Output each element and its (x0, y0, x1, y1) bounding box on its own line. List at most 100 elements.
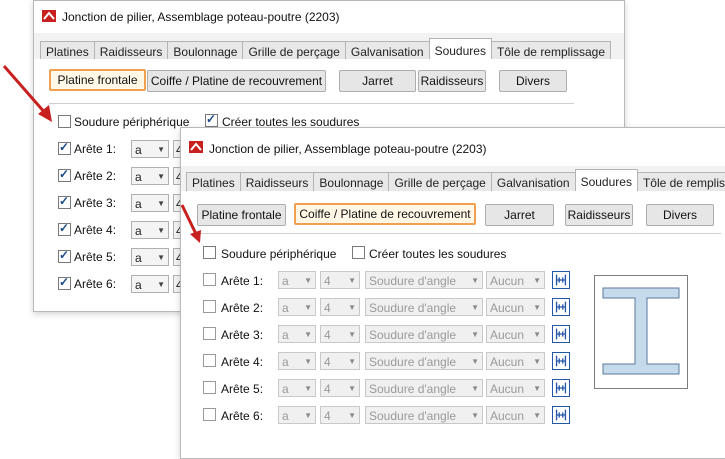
chevron-down-icon: ▼ (157, 226, 165, 235)
edge-5-checkbox[interactable] (58, 248, 71, 263)
edge-1-extra-select[interactable]: Aucun ▼ (486, 271, 545, 289)
edge-5-type-select[interactable]: a ▼ (131, 248, 169, 266)
sub-button-platine-frontale[interactable]: Platine frontale (49, 69, 146, 91)
edge-1-type-select[interactable]: a ▼ (131, 140, 169, 158)
sub-button-raidisseurs[interactable]: Raidisseurs (565, 204, 633, 226)
title-bar: Jonction de pilier, Assemblage poteau-po… (181, 128, 725, 166)
create-all-welds-checkbox[interactable] (205, 112, 218, 127)
edge-3-weld-type-select[interactable]: Soudure d'angle ▼ (365, 325, 483, 343)
weld-symbol-icon[interactable] (552, 325, 570, 343)
sub-button-divers[interactable]: Divers (499, 70, 567, 92)
edge-2-size-select[interactable]: 4 ▼ (320, 298, 360, 316)
peripheral-weld-checkbox[interactable] (203, 246, 216, 259)
window-title: Jonction de pilier, Assemblage poteau-po… (62, 10, 340, 24)
chevron-down-icon: ▼ (304, 276, 312, 285)
tab-strip: Platines Raidisseurs Boulonnage Grille de p… (186, 168, 725, 195)
sub-button-coiffe[interactable]: Coiffe / Platine de recouvrement (147, 70, 326, 92)
chevron-down-icon: ▼ (471, 303, 479, 312)
chevron-down-icon: ▼ (533, 303, 541, 312)
chevron-down-icon: ▼ (348, 357, 356, 366)
chevron-down-icon: ▼ (348, 411, 356, 420)
chevron-down-icon: ▼ (157, 172, 165, 181)
chevron-down-icon: ▼ (533, 384, 541, 393)
edge-2-type-select[interactable]: a ▼ (131, 167, 169, 185)
chevron-down-icon: ▼ (533, 276, 541, 285)
create-all-welds-checkbox[interactable] (352, 246, 365, 259)
edge-6-checkbox[interactable] (58, 275, 71, 290)
edge-4-checkbox[interactable] (203, 354, 216, 367)
sub-button-raidisseurs[interactable]: Raidisseurs (418, 70, 486, 92)
edge-4-weld-type-select[interactable]: Soudure d'angle ▼ (365, 352, 483, 370)
sub-button-divers[interactable]: Divers (646, 204, 714, 226)
edge-3-checkbox[interactable] (203, 327, 216, 340)
edge-3-size-select[interactable]: 4 ▼ (320, 325, 360, 343)
edge-5-size-select[interactable]: 4 ▼ (320, 379, 360, 397)
sub-button-coiffe[interactable]: Coiffe / Platine de recouvrement (294, 203, 476, 225)
edge-2-extra-select[interactable]: Aucun ▼ (486, 298, 545, 316)
chevron-down-icon: ▼ (304, 357, 312, 366)
edge-2-type-select[interactable]: a ▼ (278, 298, 316, 316)
edge-6-size-select[interactable]: 4 ▼ (320, 406, 360, 424)
edge-5-label: Arête 5: (221, 382, 264, 396)
edge-6-extra-select[interactable]: Aucun ▼ (486, 406, 545, 424)
front-dialog-window: Jonction de pilier, Assemblage poteau-po… (180, 127, 725, 459)
edge-5-checkbox[interactable] (203, 381, 216, 394)
weld-symbol-icon[interactable] (552, 352, 570, 370)
edge-6-weld-type-select[interactable]: Soudure d'angle ▼ (365, 406, 483, 424)
edge-2-weld-type-select[interactable]: Soudure d'angle ▼ (365, 298, 483, 316)
title-bar: Jonction de pilier, Assemblage poteau-po… (34, 1, 624, 33)
sub-button-platine-frontale[interactable]: Platine frontale (197, 204, 286, 226)
chevron-down-icon: ▼ (348, 384, 356, 393)
weld-symbol-icon[interactable] (552, 271, 570, 289)
edge-3-checkbox[interactable] (58, 194, 71, 209)
window-title: Jonction de pilier, Assemblage poteau-po… (209, 142, 487, 156)
weld-symbol-icon[interactable] (552, 406, 570, 424)
chevron-down-icon: ▼ (348, 303, 356, 312)
edge-4-type-select[interactable]: a ▼ (131, 221, 169, 239)
chevron-down-icon: ▼ (533, 411, 541, 420)
chevron-down-icon: ▼ (157, 253, 165, 262)
i-beam-profile-icon (602, 287, 680, 375)
edge-1-size-select[interactable]: 4 ▼ (320, 271, 360, 289)
edge-4-extra-select[interactable]: Aucun ▼ (486, 352, 545, 370)
edge-5-weld-type-select[interactable]: Soudure d'angle ▼ (365, 379, 483, 397)
chevron-down-icon: ▼ (304, 411, 312, 420)
tab-strip: Platines Raidisseurs Boulonnage Grille de p… (40, 37, 612, 64)
sub-button-jarret[interactable]: Jarret (339, 70, 416, 92)
weld-symbol-icon[interactable] (552, 379, 570, 397)
edge-4-size-select[interactable]: 4 ▼ (320, 352, 360, 370)
edge-1-weld-type-select[interactable]: Soudure d'angle ▼ (365, 271, 483, 289)
edge-1-label: Arête 1: (221, 274, 264, 288)
weld-symbol-icon[interactable] (552, 298, 570, 316)
peripheral-weld-label: Soudure périphérique (74, 115, 190, 129)
edge-6-type-select[interactable]: a ▼ (131, 275, 169, 293)
create-all-welds-label: Créer toutes les soudures (369, 247, 507, 261)
edge-4-type-select[interactable]: a ▼ (278, 352, 316, 370)
edge-3-type-select[interactable]: a ▼ (278, 325, 316, 343)
edge-1-checkbox[interactable] (58, 140, 71, 155)
edge-2-checkbox[interactable] (203, 300, 216, 313)
edge-4-label: Arête 4: (74, 223, 117, 237)
edge-2-label: Arête 2: (221, 301, 264, 315)
red-app-logo-icon (42, 10, 56, 22)
chevron-down-icon: ▼ (157, 145, 165, 154)
edge-3-label: Arête 3: (74, 196, 117, 210)
tab-panel: Platine frontale Coiffe / Platine de rec… (181, 191, 725, 458)
edge-5-extra-select[interactable]: Aucun ▼ (486, 379, 545, 397)
sub-button-jarret[interactable]: Jarret (485, 204, 554, 226)
chevron-down-icon: ▼ (304, 330, 312, 339)
edge-5-type-select[interactable]: a ▼ (278, 379, 316, 397)
edge-3-type-select[interactable]: a ▼ (131, 194, 169, 212)
separator (197, 233, 721, 234)
edge-6-type-select[interactable]: a ▼ (278, 406, 316, 424)
edge-2-checkbox[interactable] (58, 167, 71, 182)
chevron-down-icon: ▼ (471, 330, 479, 339)
edge-1-type-select[interactable]: a ▼ (278, 271, 316, 289)
peripheral-weld-label: Soudure périphérique (221, 247, 337, 261)
edge-6-checkbox[interactable] (203, 408, 216, 421)
edge-1-checkbox[interactable] (203, 273, 216, 286)
edge-4-checkbox[interactable] (58, 221, 71, 236)
edge-3-extra-select[interactable]: Aucun ▼ (486, 325, 545, 343)
red-arrow-pointer-icon (180, 204, 201, 243)
chevron-down-icon: ▼ (471, 411, 479, 420)
